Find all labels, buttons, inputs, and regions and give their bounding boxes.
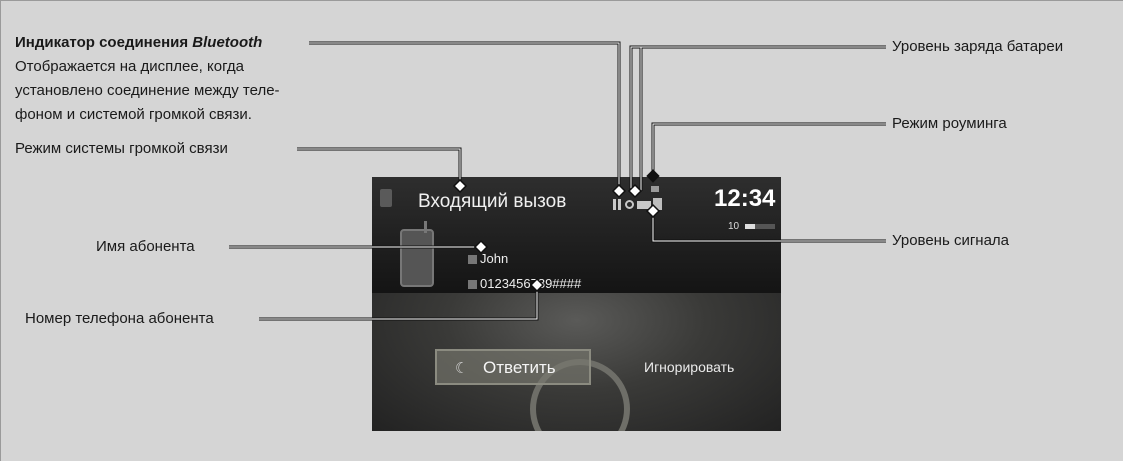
roaming-marker: [646, 169, 660, 183]
battery-leader-outer: [639, 45, 886, 191]
number-leader-outer: [259, 285, 539, 321]
bt-leader-outer: [309, 41, 621, 191]
bt-marker: [611, 183, 627, 199]
hf-marker: [452, 178, 468, 194]
battery-leader-mid: [629, 45, 886, 191]
signal-leader-outer: [651, 211, 886, 243]
diagram-frame: Индикатор соединения Bluetooth Отображае…: [0, 0, 1123, 461]
number-marker: [529, 277, 545, 293]
roaming-leader-outer: [651, 122, 886, 176]
name-marker: [473, 239, 489, 255]
hf-leader-outer: [297, 147, 462, 186]
signal-marker: [645, 203, 661, 219]
leader-lines: [229, 41, 886, 321]
